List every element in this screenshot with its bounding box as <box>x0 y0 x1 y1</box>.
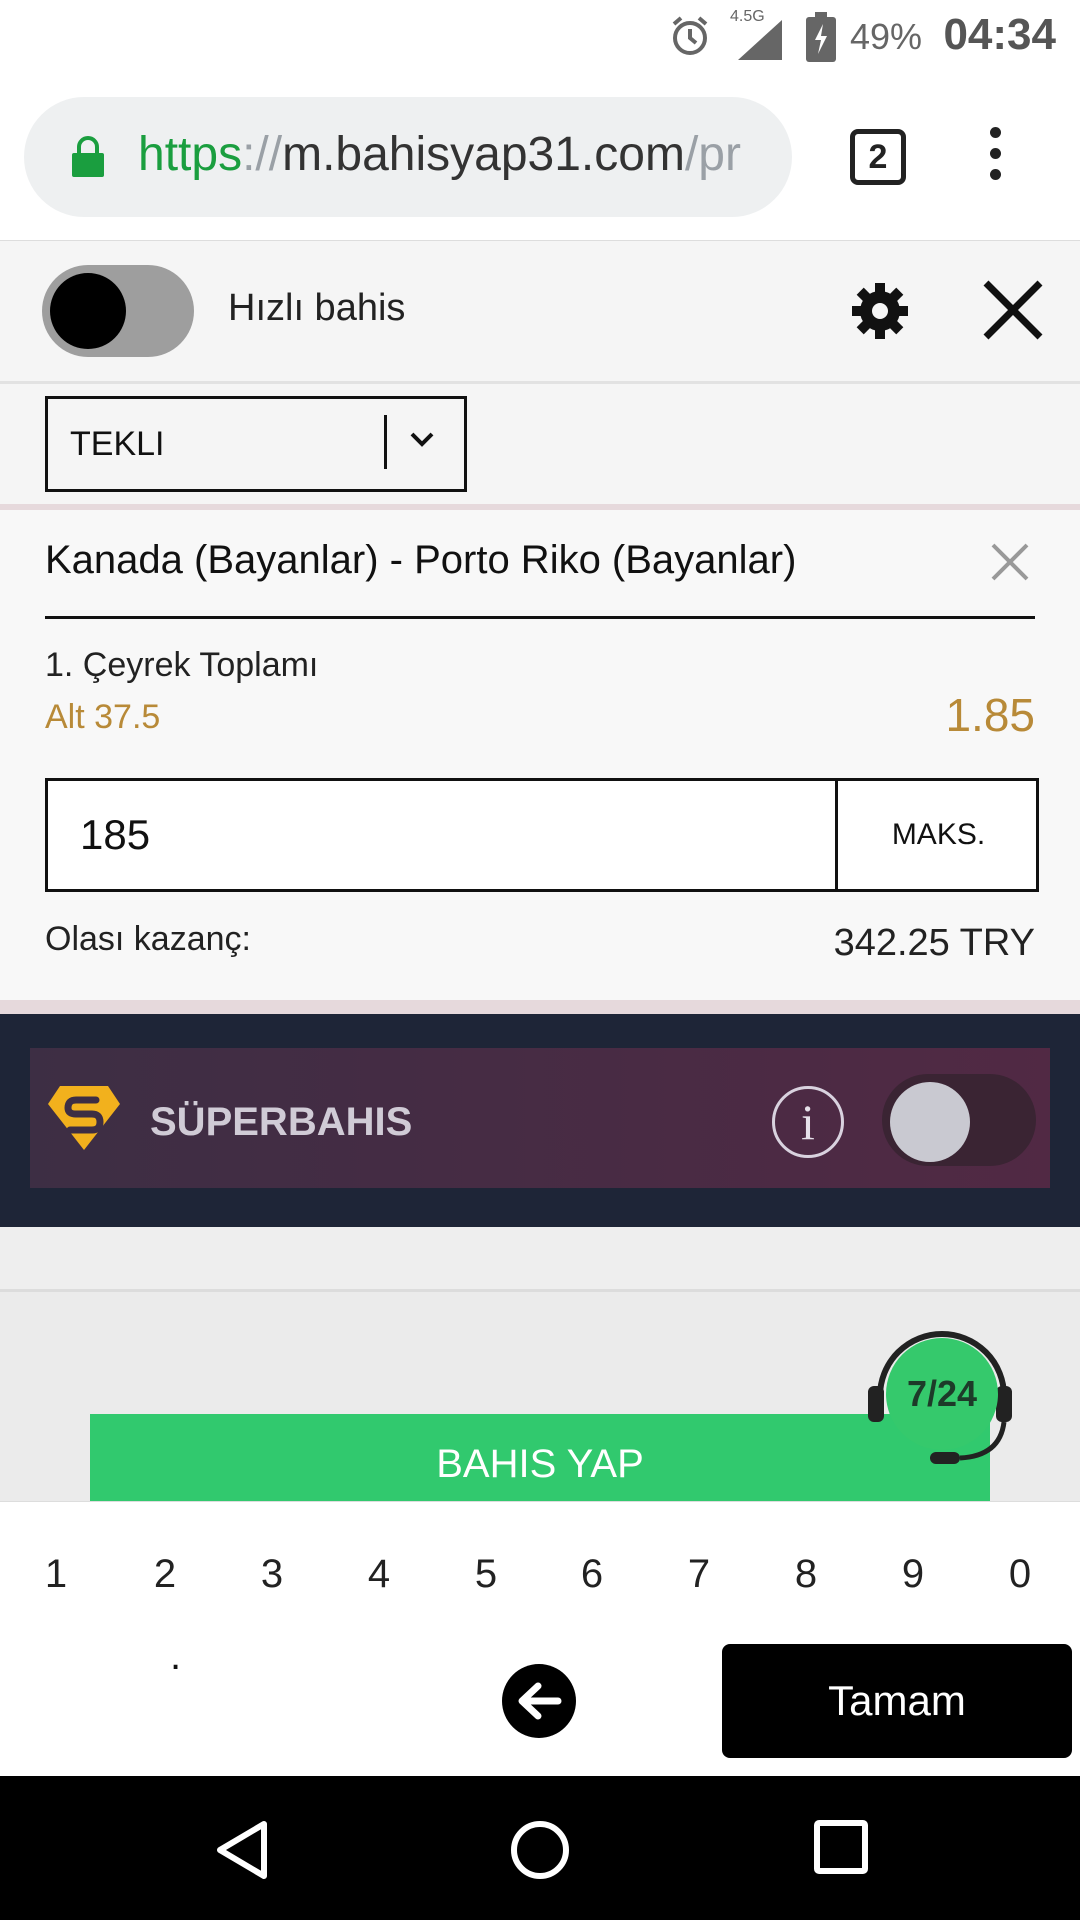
address-bar[interactable]: https://m.bahisyap31.com/pr <box>24 97 792 217</box>
stake-input[interactable] <box>48 781 838 889</box>
key-9[interactable]: 9 <box>873 1552 953 1597</box>
possible-win-label: Olası kazanç: <box>45 920 251 958</box>
backspace-icon[interactable] <box>502 1664 576 1738</box>
key-0[interactable]: 0 <box>980 1552 1060 1597</box>
key-8[interactable]: 8 <box>766 1552 846 1597</box>
home-icon[interactable] <box>510 1820 570 1880</box>
bet-type-value: TEKLI <box>70 425 165 463</box>
stake-box: MAKS. <box>45 778 1039 892</box>
browser-toolbar: https://m.bahisyap31.com/pr 2 <box>0 75 1080 241</box>
quick-bet-toggle[interactable] <box>42 265 194 357</box>
bet-selection-card: Kanada (Bayanlar) - Porto Riko (Bayanlar… <box>0 510 1080 1000</box>
market-name: 1. Çeyrek Toplamı <box>45 646 319 684</box>
overflow-menu-icon[interactable] <box>980 127 1010 187</box>
selection-name: Alt 37.5 <box>45 698 161 736</box>
recents-icon[interactable] <box>814 1820 868 1874</box>
battery-level: 49% <box>849 16 922 57</box>
superbahis-logo-icon <box>48 1086 120 1150</box>
live-support-widget[interactable]: 7/24 <box>860 1326 1020 1466</box>
superbahis-label: SÜPERBAHIS <box>150 1100 413 1144</box>
superbahis-toggle[interactable] <box>882 1074 1036 1166</box>
info-icon[interactable]: i <box>772 1086 844 1158</box>
odds-value: 1.85 <box>945 689 1035 741</box>
quick-bet-row: Hızlı bahis <box>0 241 1080 384</box>
superbahis-bar: SÜPERBAHIS i <box>30 1048 1050 1188</box>
back-icon[interactable] <box>214 1820 270 1880</box>
bet-type-row: TEKLI <box>0 384 1080 510</box>
done-button[interactable]: Tamam <box>722 1644 1072 1758</box>
signal-icon <box>738 20 782 60</box>
superbahis-section: SÜPERBAHIS i <box>0 1014 1080 1227</box>
status-bar: 4.5G 49% 04:34 <box>0 0 1080 75</box>
chevron-down-icon <box>410 432 434 447</box>
key-dot[interactable]: . <box>170 1634 181 1679</box>
url-text: https://m.bahisyap31.com/pr <box>138 128 741 181</box>
support-hours-badge: 7/24 <box>886 1338 998 1450</box>
battery-icon <box>806 12 836 62</box>
digit-row: 1 2 3 4 5 6 7 8 9 0 <box>0 1552 1080 1652</box>
max-stake-button[interactable]: MAKS. <box>841 781 1036 889</box>
quick-bet-label: Hızlı bahis <box>228 287 406 329</box>
tab-switcher-button[interactable]: 2 <box>850 129 906 185</box>
clock: 04:34 <box>943 10 1056 59</box>
bet-type-select[interactable]: TEKLI <box>45 396 467 492</box>
key-7[interactable]: 7 <box>659 1552 739 1597</box>
close-icon[interactable] <box>980 277 1046 343</box>
key-6[interactable]: 6 <box>552 1552 632 1597</box>
event-title: Kanada (Bayanlar) - Porto Riko (Bayanlar… <box>45 538 797 582</box>
numeric-keyboard: 1 2 3 4 5 6 7 8 9 0 . Tamam <box>0 1501 1080 1777</box>
bet-slip: Hızlı bahis TEKLI Kanada (Bayanlar) - Po… <box>0 241 1080 1504</box>
key-1[interactable]: 1 <box>16 1552 96 1597</box>
remove-selection-icon[interactable] <box>990 542 1030 582</box>
key-5[interactable]: 5 <box>446 1552 526 1597</box>
system-nav-bar <box>0 1776 1080 1920</box>
lock-icon <box>72 136 104 177</box>
key-4[interactable]: 4 <box>339 1552 419 1597</box>
alarm-icon <box>672 16 708 55</box>
key-2[interactable]: 2 <box>125 1552 205 1597</box>
place-bet-button[interactable]: BAHIS YAP <box>90 1414 990 1504</box>
key-3[interactable]: 3 <box>232 1552 312 1597</box>
possible-win-value: 342.25 TRY <box>833 922 1035 964</box>
gear-icon[interactable] <box>850 281 910 341</box>
